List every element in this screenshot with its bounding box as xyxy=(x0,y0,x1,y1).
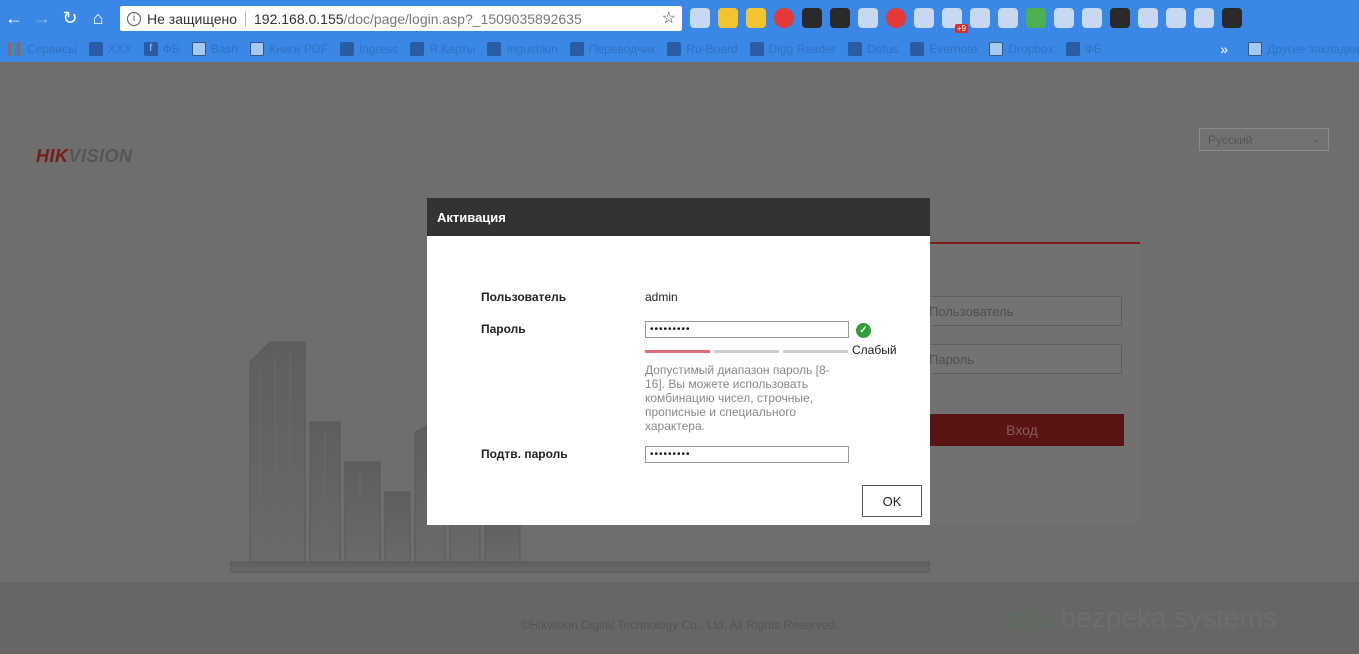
user-icon xyxy=(88,42,103,56)
bookmark-item[interactable]: Dropbox xyxy=(989,42,1054,56)
ru-board-icon xyxy=(667,42,682,56)
bookmark-item[interactable]: Evernote xyxy=(910,42,977,56)
username-value: admin xyxy=(645,290,678,304)
watermark-brand: ajax xyxy=(1006,602,1061,633)
watermark-rest: bezpeka.systems xyxy=(1060,602,1277,633)
url-host: 192.168.0.155 xyxy=(254,10,344,27)
hf-extension-icon[interactable] xyxy=(1054,8,1074,28)
paw-icon xyxy=(487,42,502,56)
tripmode-icon[interactable] xyxy=(830,8,850,28)
digg-icon xyxy=(749,42,764,56)
bookmark-item[interactable]: Переводчик xyxy=(569,42,655,56)
bookmark-item[interactable]: Ingushkin xyxy=(487,42,558,56)
folder-icon xyxy=(1248,42,1263,56)
bookmarks-bar: Сервисы ХХХ f ФБ Bash Книги PDF Ingress Я… xyxy=(0,36,1359,62)
circle-extension-icon[interactable] xyxy=(1194,8,1214,28)
bookmark-item[interactable]: f ФБ xyxy=(143,42,180,56)
login-button[interactable]: Вход xyxy=(920,414,1124,446)
language-select[interactable]: Русский ⌄ xyxy=(1199,128,1329,151)
folder-extension-icon[interactable] xyxy=(746,8,766,28)
url-text: 192.168.0.155/doc/page/login.asp?_150903… xyxy=(254,11,582,27)
extensions-bar: +9 xyxy=(690,6,1242,33)
password-field[interactable]: ••••••••• xyxy=(645,321,849,338)
adblock-icon[interactable] xyxy=(886,8,906,28)
extension-icon-2[interactable] xyxy=(970,8,990,28)
check-icon: ✓ xyxy=(856,323,871,338)
strength-bar-segment xyxy=(783,350,848,353)
dialog-title: Активация xyxy=(427,198,930,236)
bookmark-item[interactable]: ФБ xyxy=(1065,42,1102,56)
camera-extension-icon[interactable] xyxy=(998,8,1018,28)
bookmark-star-icon[interactable]: ☆ xyxy=(662,8,676,28)
a-icon xyxy=(1065,42,1080,56)
bookmarks-overflow-icon[interactable]: » xyxy=(1220,41,1228,57)
security-label: Не защищено xyxy=(147,10,237,27)
bookmark-item[interactable]: ХХХ xyxy=(88,42,132,56)
forward-icon[interactable]: → xyxy=(28,4,56,32)
apps-icon xyxy=(8,42,22,56)
facebook-icon: f xyxy=(143,42,158,56)
bookmark-item[interactable]: Сервисы xyxy=(8,42,77,56)
bookmark-item[interactable]: Я.Карты xyxy=(410,42,475,56)
drive-extension-icon[interactable] xyxy=(1026,8,1046,28)
home-icon[interactable]: ⌂ xyxy=(84,4,112,32)
cube-icon xyxy=(848,42,863,56)
bookmark-item[interactable]: Bash xyxy=(191,42,238,56)
opera-icon[interactable] xyxy=(774,8,794,28)
gmail-icon[interactable] xyxy=(690,8,710,28)
confirm-password-field[interactable]: ••••••••• xyxy=(645,446,849,463)
translate-icon xyxy=(569,42,584,56)
evernote-icon[interactable] xyxy=(802,8,822,28)
pdf-icon xyxy=(250,42,265,56)
map-pin-icon xyxy=(410,42,425,56)
password-label: Пароль xyxy=(481,322,526,336)
confirm-password-label: Подтв. пароль xyxy=(481,447,568,461)
password-input[interactable]: Пароль xyxy=(920,344,1122,374)
ok-button[interactable]: OK xyxy=(862,485,922,517)
owl-extension-icon[interactable] xyxy=(1138,8,1158,28)
username-input[interactable]: Пользователь xyxy=(920,296,1122,326)
login-panel: Пользователь Пароль Вход xyxy=(900,242,1140,524)
bookmark-item[interactable]: Digg Reader xyxy=(749,42,836,56)
bookmark-item[interactable]: Ingress xyxy=(339,42,398,56)
bug-extension-icon[interactable] xyxy=(858,8,878,28)
flower-extension-icon[interactable] xyxy=(914,8,934,28)
password-hint: Допустимый диапазон пароль [8-16]. Вы мо… xyxy=(645,363,830,433)
extension-icon[interactable] xyxy=(718,8,738,28)
strength-bar-segment xyxy=(714,350,779,353)
hikvision-logo: HIKVISION xyxy=(36,146,133,166)
p-icon xyxy=(989,42,1004,56)
eyedropper-extension-icon[interactable] xyxy=(1222,8,1242,28)
strength-label: Слабый xyxy=(852,343,897,357)
clapper-extension-icon[interactable] xyxy=(1082,8,1102,28)
evernote-bookmark-icon xyxy=(910,42,925,56)
bookmark-item[interactable]: Ru-Board xyxy=(667,42,738,56)
reload-icon[interactable]: ↻ xyxy=(56,4,84,32)
bash-icon xyxy=(191,42,206,56)
triangle-extension-icon[interactable] xyxy=(1110,8,1130,28)
strength-bar-segment xyxy=(645,350,710,353)
back-icon[interactable]: ← xyxy=(0,4,28,32)
weather-badge: +9 xyxy=(954,24,968,33)
address-bar[interactable]: i Не защищено 192.168.0.155/doc/page/log… xyxy=(120,6,682,31)
username-label: Пользователь xyxy=(481,290,567,304)
activation-dialog: Активация Пользователь admin Пароль ••••… xyxy=(427,198,930,525)
weather-icon[interactable]: +9 xyxy=(942,8,968,33)
bookmark-item[interactable]: Dofus xyxy=(848,42,898,56)
chevron-down-icon: ⌄ xyxy=(1311,134,1320,145)
watermark: ajaxbezpeka.systems xyxy=(1006,602,1277,634)
other-bookmarks[interactable]: Другие закладки xyxy=(1248,42,1359,56)
url-path: /doc/page/login.asp?_1509035892635 xyxy=(343,10,582,27)
ingress-icon xyxy=(339,42,354,56)
d-extension-icon[interactable] xyxy=(1166,8,1186,28)
language-value: Русский xyxy=(1208,132,1253,147)
bookmark-item[interactable]: Книги PDF xyxy=(250,42,328,56)
info-icon[interactable]: i xyxy=(127,11,141,26)
address-separator xyxy=(245,10,246,27)
